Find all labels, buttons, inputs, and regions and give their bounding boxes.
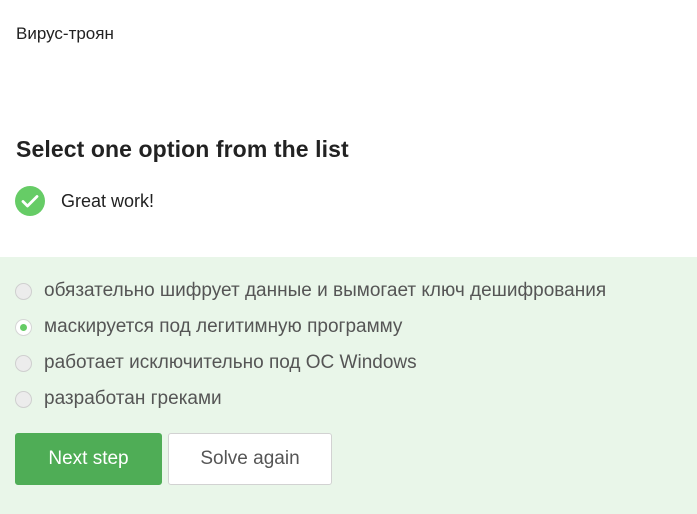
answer-option[interactable]: обязательно шифрует данные и вымогает кл… xyxy=(15,280,606,302)
answer-option-label: работает исключительно под ОС Windows xyxy=(44,352,417,373)
instruction-title: Select one option from the list xyxy=(16,136,349,162)
radio-selected-dot xyxy=(20,323,27,331)
radio-button[interactable] xyxy=(15,354,32,372)
feedback-message: Great work! xyxy=(15,186,154,216)
answer-panel: обязательно шифрует данные и вымогает кл… xyxy=(0,257,697,514)
solve-again-button[interactable]: Solve again xyxy=(168,433,332,485)
answer-option[interactable]: разработан греками xyxy=(15,388,222,410)
answer-option-selected[interactable]: маскируется под легитимную программу xyxy=(15,316,402,338)
answer-option-label: маскируется под легитимную программу xyxy=(44,316,403,337)
question-text: Вирус-троян xyxy=(16,24,114,43)
feedback-text: Great work! xyxy=(61,190,155,211)
radio-button-selected[interactable] xyxy=(15,318,32,336)
check-circle-icon xyxy=(15,186,45,216)
radio-button[interactable] xyxy=(15,390,32,408)
answer-option-label: обязательно шифрует данные и вымогает кл… xyxy=(44,280,607,301)
answer-option-label: разработан греками xyxy=(44,388,222,409)
radio-button[interactable] xyxy=(15,282,32,300)
answer-option[interactable]: работает исключительно под ОС Windows xyxy=(15,352,417,374)
next-step-button[interactable]: Next step xyxy=(15,433,162,485)
